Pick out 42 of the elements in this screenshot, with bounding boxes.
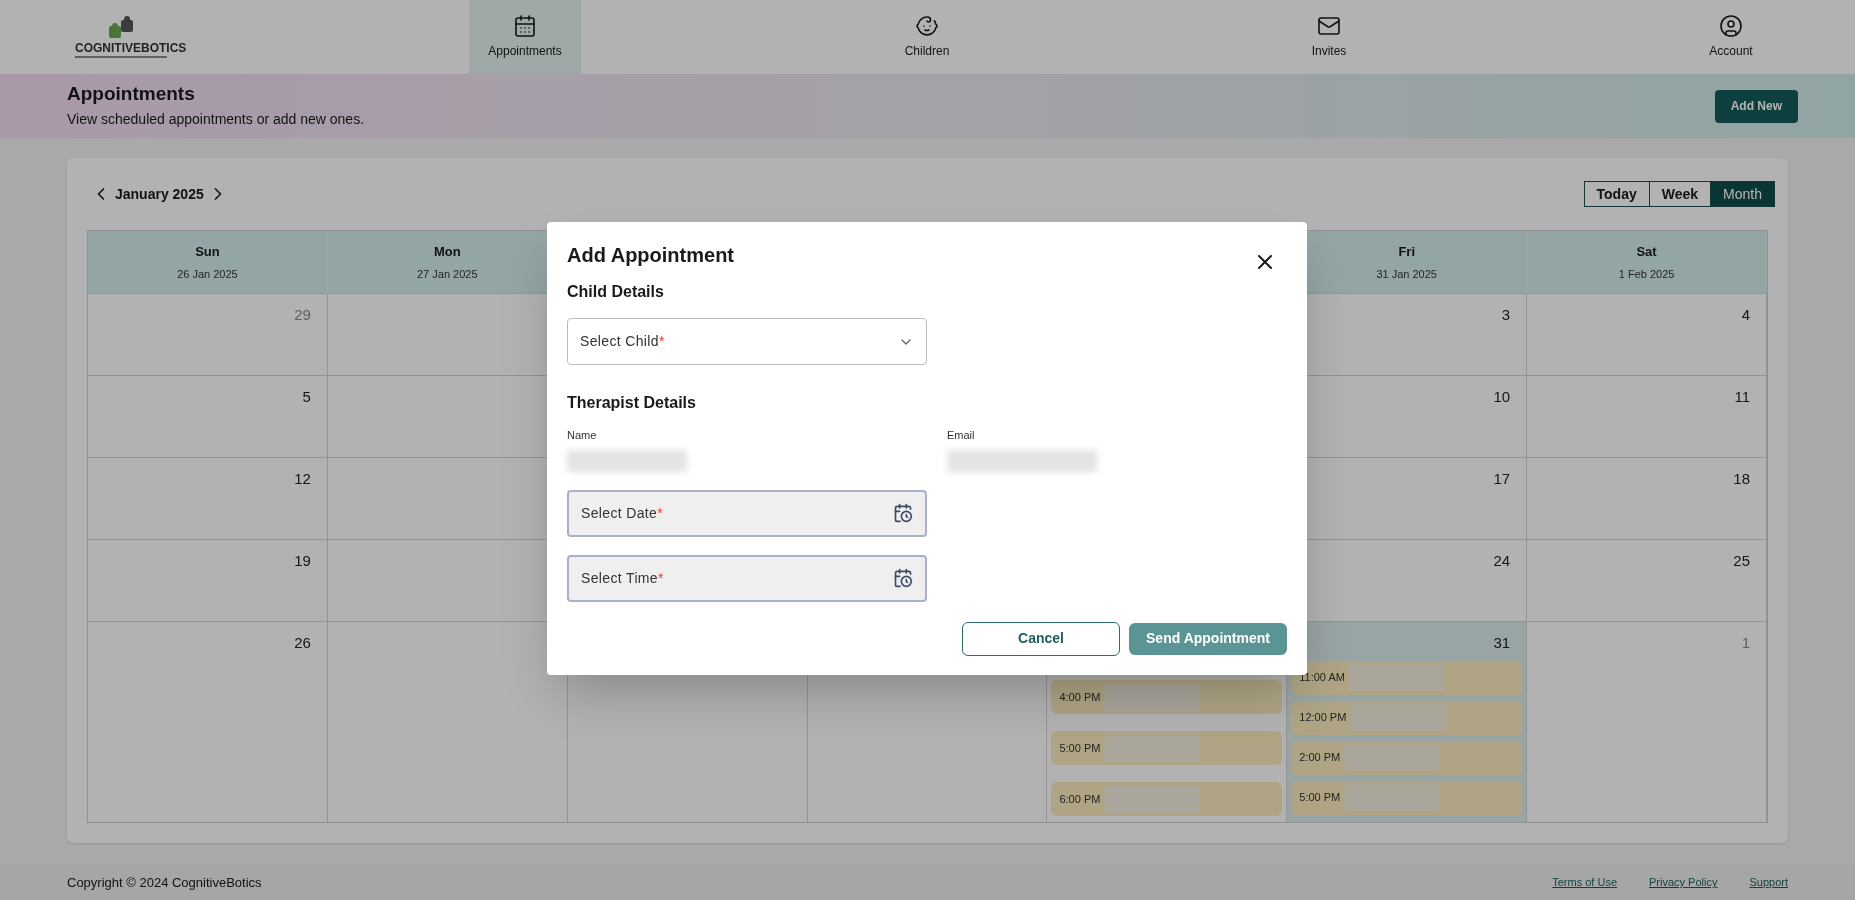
day-number: 19 <box>294 551 312 571</box>
day-number: 4 <box>1741 305 1751 325</box>
section-heading: Therapist Details <box>567 393 697 413</box>
event-time: 12:00 PM <box>1299 710 1347 726</box>
event-time: 2:00 PM <box>1299 750 1341 766</box>
page-subtitle: View scheduled appointments or add new ones. <box>67 110 365 130</box>
day-number: 10 <box>1493 387 1512 407</box>
weekday-label: Fri <box>1398 243 1415 261</box>
page-title: Appointments <box>67 81 196 106</box>
day-number: 29 <box>294 305 312 325</box>
day-number: 26 <box>294 633 312 653</box>
field-label: Select Time* <box>581 568 664 588</box>
name-label: Name <box>567 428 598 443</box>
day-number: 25 <box>1733 551 1751 571</box>
field-label: Select Child* <box>580 332 665 351</box>
day-number: 24 <box>1493 551 1512 571</box>
field-label: Select Date* <box>581 503 664 523</box>
day-number: 11 <box>1734 387 1751 407</box>
section-heading: Child Details <box>567 282 665 302</box>
copyright-text: Copyright © 2024 CognitiveBotics <box>67 873 262 892</box>
day-number: 3 <box>1501 305 1512 325</box>
dialog-title: Add Appointment <box>567 243 734 268</box>
weekday-label: Sat <box>1636 243 1657 261</box>
event-time: 5:00 PM <box>1059 740 1101 756</box>
weekday-label: Sun <box>195 243 220 261</box>
event-time: 4:00 PM <box>1059 689 1101 705</box>
day-number: 31 <box>1493 633 1512 653</box>
day-number: 17 <box>1493 469 1512 489</box>
header-date: 31 Jan 2025 <box>1376 266 1437 282</box>
header-date: 1 Feb 2025 <box>1618 266 1675 282</box>
day-number: 1 <box>1741 633 1751 653</box>
header-date: 27 Jan 2025 <box>417 266 478 282</box>
weekday-label: Mon <box>433 243 461 261</box>
day-number: 18 <box>1733 469 1751 489</box>
day-number: 5 <box>302 387 312 407</box>
day-number: 12 <box>294 469 312 489</box>
month-label: January 2025 <box>115 184 204 204</box>
header-date: 26 Jan 2025 <box>177 266 238 282</box>
event-time: 5:00 PM <box>1299 790 1341 806</box>
email-label: Email <box>947 428 976 443</box>
logo-text: COGNITIVEBOTICS <box>75 42 187 54</box>
event-time: 6:00 PM <box>1059 791 1101 807</box>
